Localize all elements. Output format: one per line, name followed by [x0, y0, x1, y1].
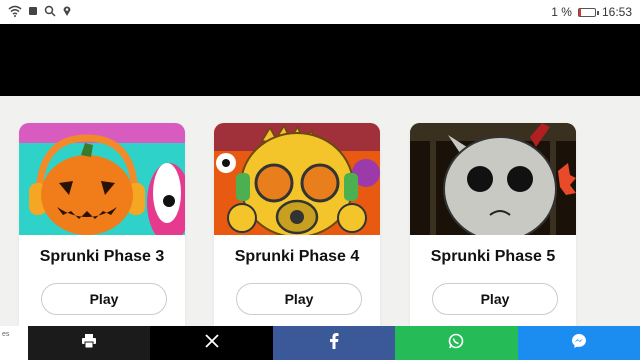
facebook-share-button[interactable]	[272, 326, 396, 360]
search-icon	[44, 5, 56, 20]
share-left-text: es	[2, 331, 10, 338]
x-share-button[interactable]	[150, 326, 273, 360]
pumpkin-character-image[interactable]	[19, 123, 185, 235]
battery-icon	[577, 7, 599, 17]
game-card[interactable]: Sprunki Phase 5 Play	[410, 123, 576, 326]
card-title: Sprunki Phase 4	[234, 248, 360, 265]
printer-icon	[81, 333, 97, 353]
whatsapp-share-button[interactable]	[395, 326, 518, 360]
messenger-icon	[571, 333, 587, 354]
status-bar: 1 % 16:53	[0, 0, 640, 24]
share-bar-label: es	[0, 326, 28, 360]
messenger-share-button[interactable]	[517, 326, 640, 360]
status-icons-left	[8, 5, 72, 20]
clock: 16:53	[601, 5, 632, 19]
status-icons-right: 1 % 16:53	[551, 5, 632, 19]
x-icon	[204, 333, 219, 353]
gasmask-character-image[interactable]	[214, 123, 380, 235]
play-button[interactable]: Play	[41, 283, 167, 315]
game-card[interactable]: Sprunki Phase 3 Play	[19, 123, 185, 326]
battery-percent: 1 %	[551, 5, 572, 19]
wifi-icon	[8, 5, 22, 20]
grey-character-image[interactable]	[410, 123, 576, 235]
share-bar: es	[0, 326, 640, 360]
game-grid: Sprunki Phase 3 Play Sprunki Phase 4 Pla…	[0, 96, 640, 326]
play-button[interactable]: Play	[236, 283, 362, 315]
whatsapp-icon	[448, 333, 464, 354]
square-icon	[28, 5, 38, 19]
play-button[interactable]: Play	[432, 283, 558, 315]
card-title: Sprunki Phase 5	[430, 248, 556, 265]
location-icon	[62, 5, 72, 20]
print-share-button[interactable]	[28, 326, 151, 360]
ad-banner	[0, 24, 640, 96]
card-title: Sprunki Phase 3	[39, 248, 165, 265]
game-card[interactable]: Sprunki Phase 4 Play	[214, 123, 380, 326]
facebook-icon	[329, 332, 339, 354]
